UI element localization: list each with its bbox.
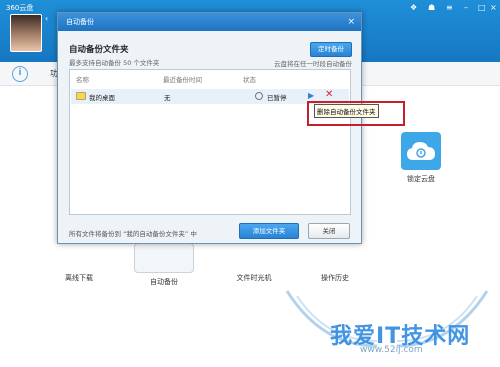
tile-auto-backup[interactable]: 自动备份 [133, 243, 195, 287]
info-icon: i [12, 66, 28, 82]
auto-backup-dialog: 自动备份 × 自动备份文件夹 最多支持自动备份 50 个文件夹 定时备份 云盘将… [57, 12, 362, 244]
column-header-status: 状态 [243, 76, 256, 84]
timed-backup-button[interactable]: 定时备份 [310, 42, 352, 57]
annotation-highlight-box [307, 101, 405, 126]
tile-lock-cloud[interactable]: 锁定云盘 [398, 132, 444, 184]
backup-folder-table: 名称 最近备份时间 状态 我的桌面 无 已暂停 ▶ ✕ [69, 69, 351, 215]
auto-backup-icon [134, 243, 194, 273]
folder-name: 我的桌面 [89, 94, 115, 102]
close-icon[interactable]: × [347, 13, 355, 31]
column-header-name: 名称 [76, 76, 89, 84]
close-button[interactable]: 关闭 [308, 223, 350, 239]
menu-icon[interactable]: ≡ [446, 3, 453, 12]
add-folder-button[interactable]: 添加文件夹 [239, 223, 299, 239]
delete-icon[interactable]: ✕ [325, 89, 333, 100]
watermark-url: www.52ij.com [360, 345, 423, 355]
dialog-title: 自动备份 [66, 18, 94, 26]
dialog-subheading: 最多支持自动备份 50 个文件夹 [69, 59, 160, 67]
lock-cloud-icon [401, 132, 441, 170]
minimize-icon[interactable]: – [464, 3, 468, 12]
dialog-heading: 自动备份文件夹 [69, 45, 129, 55]
maximize-icon[interactable]: □ [478, 3, 486, 12]
column-header-last-backup: 最近备份时间 [163, 76, 202, 84]
footer-note: 所有文件将备份到 “我的自动备份文件夹” 中 [69, 230, 197, 238]
last-backup-time: 无 [164, 94, 171, 102]
tile-label: 文件时光机 [236, 274, 272, 282]
backup-status: 已暂停 [267, 94, 287, 102]
tile-label: 自动备份 [150, 278, 178, 286]
tile-label: 锁定云盘 [407, 175, 435, 183]
timed-backup-note: 云盘将在任一时段自动备份 [274, 60, 352, 68]
clock-icon [255, 92, 263, 100]
shirt-icon[interactable]: ☗ [428, 3, 435, 12]
tile-label: 离线下载 [65, 274, 93, 282]
app-title: 360云盘 [6, 4, 34, 12]
close-icon[interactable]: × [490, 3, 497, 12]
skin-icon[interactable]: ❖ [410, 3, 417, 12]
chevron-left-icon[interactable]: ‹ [45, 14, 48, 23]
folder-icon [76, 92, 86, 100]
play-icon[interactable]: ▶ [308, 91, 314, 100]
dialog-titlebar: 自动备份 × [58, 13, 361, 31]
tile-label: 操作历史 [321, 274, 349, 282]
avatar[interactable] [10, 14, 42, 52]
